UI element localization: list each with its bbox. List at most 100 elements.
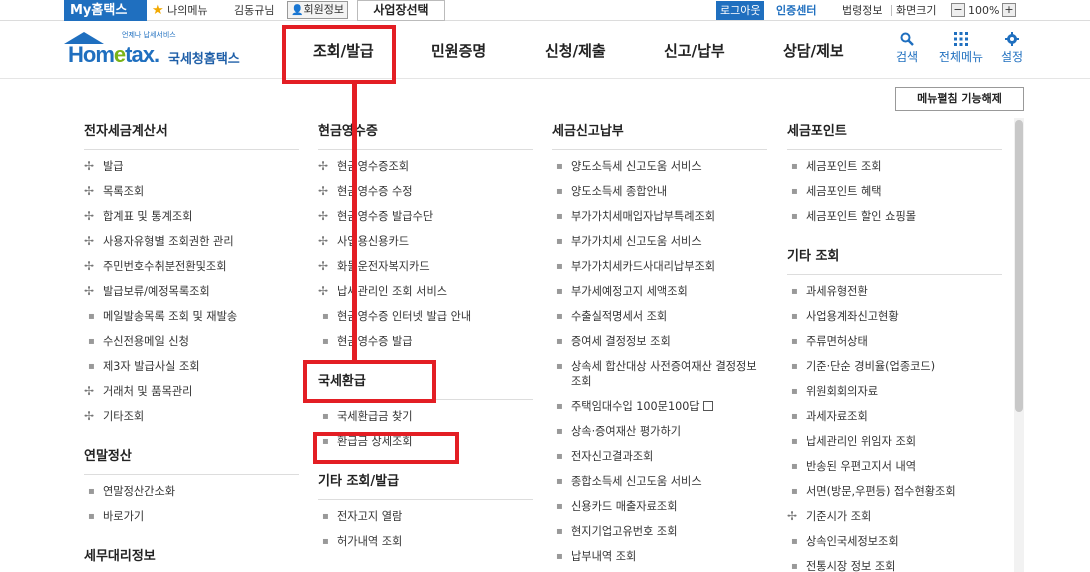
menu-scrollbar-thumb[interactable] [1015, 120, 1023, 412]
menu-item[interactable]: ✢ 거래처 및 품목관리 [84, 379, 299, 404]
zoom-in-button[interactable]: + [1002, 3, 1016, 17]
menu-item[interactable]: ✢ 발급 [84, 154, 299, 179]
menu-item[interactable]: ✢ 사용자유형별 조회권한 관리 [84, 229, 299, 254]
menu-item[interactable]: ▪ 연말정산간소화 [84, 479, 299, 504]
menu-item[interactable]: ✢ 기준시가 조회 [787, 504, 1002, 529]
menu-item[interactable]: ▪ 상속세 합산대상 사전증여재산 결정정보 조회 [552, 354, 767, 394]
gnb-item-apply-submit[interactable]: 신청/제출 [545, 40, 606, 61]
user-name: 김동규님 [234, 4, 275, 17]
menu-item[interactable]: ▪ 세금포인트 혜택 [787, 179, 1002, 204]
menu-item-label: 수신전용메일 신청 [103, 335, 189, 348]
menu-item[interactable]: ▪ 전자고지 열람 [318, 504, 533, 529]
menu-item[interactable]: ▪ 기준·단순 경비율(업종코드) [787, 354, 1002, 379]
menu-item[interactable]: ▪ 현금영수증 발급 [318, 329, 533, 354]
menu-list: ▪ 과세유형전환 ▪ 사업용계좌신고현황 ▪ 주류면허상태 ▪ 기준·단순 경비율(업종… [787, 275, 1002, 572]
menu-item[interactable]: ▪ 양도소득세 종합안내 [552, 179, 767, 204]
menu-item-label: 세금포인트 조회 [806, 160, 882, 173]
menu-item[interactable]: ✢ 목록조회 [84, 179, 299, 204]
my-hometax-link[interactable]: My홈택스 [64, 0, 147, 21]
menu-item[interactable]: ▪ 주택임대수입 100문100답 [552, 394, 767, 419]
gnb-item-report-pay[interactable]: 신고/납부 [664, 40, 725, 61]
menu-item[interactable]: ▪ 현지기업고유번호 조회 [552, 519, 767, 544]
menu-item-label: 화물운전자복지카드 [337, 260, 430, 273]
menu-item[interactable]: ▪ 위원회회의자료 [787, 379, 1002, 404]
menu-item[interactable]: ▪ 부가세예정고지 세액조회 [552, 279, 767, 304]
menu-item[interactable]: ▪ 납부내역 조회 [552, 544, 767, 569]
menu-item-label: 거래처 및 품목관리 [103, 385, 193, 398]
search-icon [882, 32, 932, 50]
menu-item[interactable]: ▪ 세금포인트 조회 [787, 154, 1002, 179]
bullet-icon: ▪ [556, 476, 563, 487]
bullet-icon: ▪ [556, 186, 563, 197]
expand-icon: ✢ [318, 284, 329, 298]
menu-item[interactable]: ▪ 부가가치세카드사대리납부조회 [552, 254, 767, 279]
menu-item[interactable]: ▪ 반송된 우편고지서 내역 [787, 454, 1002, 479]
menu-item[interactable]: ▪ 허가내역 조회 [318, 529, 533, 554]
menu-item[interactable]: ▪ 신용카드 매출자료조회 [552, 494, 767, 519]
menu-item[interactable]: ▪ 부가가치세 신고도움 서비스 [552, 229, 767, 254]
menu-item[interactable]: ✢ 납세관리인 조회 서비스 [318, 279, 533, 304]
my-menu-link[interactable]: ★ 나의메뉴 [152, 1, 208, 20]
menu-item[interactable]: ▪ 상속인국세정보조회 [787, 529, 1002, 554]
menu-item[interactable]: ✢ 주민번호수취분전환및조회 [84, 254, 299, 279]
menu-unfold-toggle-button[interactable]: 메뉴펼침 기능해제 [895, 87, 1024, 111]
menu-item[interactable]: ▪ 과세자료조회 [787, 404, 1002, 429]
menu-item[interactable]: ▪ 현금영수증 인터넷 발급 안내 [318, 304, 533, 329]
menu-item[interactable]: ▪ 바로가기 [84, 504, 299, 529]
menu-item[interactable]: ✢ 합계표 및 통계조회 [84, 204, 299, 229]
menu-item[interactable]: ▪ 서면(방문,우편등) 접수현황조회 [787, 479, 1002, 504]
bullet-icon: ▪ [88, 311, 95, 322]
menu-item[interactable]: ▪ 전자신고결과조회 [552, 444, 767, 469]
business-select-button[interactable]: 사업장선택 [357, 0, 445, 21]
gnb-item-consult-report[interactable]: 상담/제보 [783, 40, 844, 61]
menu-item[interactable]: ▪ 양도소득세 신고도움 서비스 [552, 154, 767, 179]
menu-item[interactable]: ▪ 수신전용메일 신청 [84, 329, 299, 354]
menu-item-label: 연말정산간소화 [103, 485, 176, 498]
bullet-icon: ▪ [556, 551, 563, 562]
menu-item[interactable]: ✢ 기타조회 [84, 404, 299, 429]
menu-item[interactable]: ✢ 화물운전자복지카드 [318, 254, 533, 279]
menu-item[interactable]: ▪ 사업용계좌신고현황 [787, 304, 1002, 329]
menu-item[interactable]: ✢ 현금영수증조회 [318, 154, 533, 179]
menu-item-label: 세금포인트 혜택 [806, 185, 882, 198]
bullet-icon: ▪ [88, 511, 95, 522]
menu-item[interactable]: ▪ 종합소득세 신고도움 서비스 [552, 469, 767, 494]
search-button[interactable]: 검색 [882, 32, 932, 64]
menu-item[interactable]: ▪ 부가가치세매입자납부특례조회 [552, 204, 767, 229]
menu-item[interactable]: ▪ 증여세 결정정보 조회 [552, 329, 767, 354]
bullet-icon: ▪ [556, 526, 563, 537]
gnb-item-civil-certificate[interactable]: 민원증명 [431, 40, 486, 61]
menu-item[interactable]: ▪ 주류면허상태 [787, 329, 1002, 354]
menu-item[interactable]: ▪ 제3자 발급사실 조회 [84, 354, 299, 379]
menu-item-label: 합계표 및 통계조회 [103, 210, 193, 223]
menu-item[interactable]: ▪ 세금포인트 할인 쇼핑몰 [787, 204, 1002, 229]
all-menu-button[interactable]: 전체메뉴 [936, 32, 986, 64]
menu-item[interactable]: ▪ 과세유형전환 [787, 279, 1002, 304]
law-info-link[interactable]: 법령정보 [842, 1, 882, 20]
menu-item[interactable]: ▪ 전통시장 정보 조회 [787, 554, 1002, 572]
menu-item[interactable]: ✢ 사업용신용카드 [318, 229, 533, 254]
logout-button[interactable]: 로그아웃 [716, 1, 765, 20]
menu-column-e-tax-invoice: 전자세금계산서 ✢ 발급 ✢ 목록조회 ✢ 합계표 및 통계조회 ✢ 사용자유형별 조회… [84, 118, 299, 572]
cert-center-link[interactable]: 인증센터 [776, 1, 816, 20]
menu-item[interactable]: ▪ 납세관리인 위임자 조회 [787, 429, 1002, 454]
member-info-button[interactable]: 👤회원정보 [287, 1, 348, 19]
bullet-icon: ▪ [556, 336, 563, 347]
settings-button[interactable]: 설정 [987, 32, 1037, 64]
menu-item[interactable]: ▪ 상속·증여재산 평가하기 [552, 419, 767, 444]
hometax-logo[interactable]: 언제나 납세서비스 Hometax. 국세청홈택스 [64, 30, 249, 72]
menu-item-label: 바로가기 [103, 510, 145, 523]
expand-icon: ✢ [787, 509, 798, 523]
menu-item[interactable]: ▪ 수출실적명세서 조회 [552, 304, 767, 329]
menu-item[interactable]: ✢ 현금영수증 발급수단 [318, 204, 533, 229]
menu-item[interactable]: ✢ 발급보류/예정목록조회 [84, 279, 299, 304]
menu-item[interactable]: ▪ 메일발송목록 조회 및 재발송 [84, 304, 299, 329]
bullet-icon: ▪ [322, 536, 329, 547]
zoom-out-button[interactable]: − [951, 3, 965, 17]
menu-item[interactable]: ▪ 국세환급금 찾기 [318, 404, 533, 429]
annotation-box-refund-detail [313, 432, 459, 464]
bullet-icon: ▪ [791, 211, 798, 222]
column-title: 현금영수증 [318, 118, 533, 150]
menu-item-label: 수출실적명세서 조회 [571, 310, 668, 323]
menu-item[interactable]: ✢ 현금영수증 수정 [318, 179, 533, 204]
